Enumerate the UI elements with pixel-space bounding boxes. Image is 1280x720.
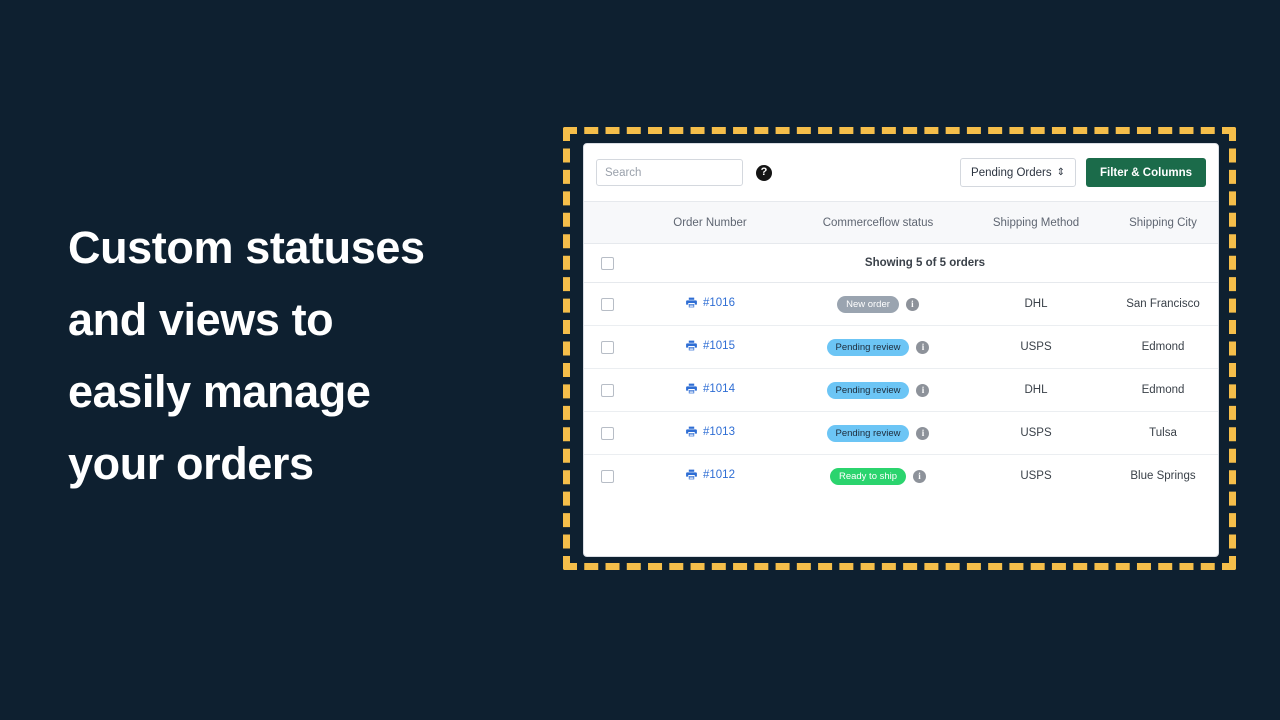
row-checkbox[interactable] xyxy=(600,469,614,483)
order-number-label: #1016 xyxy=(703,296,735,309)
status-badge[interactable]: Pending review xyxy=(826,424,910,442)
order-number-cell: #1013 xyxy=(630,411,790,455)
status-group: Pending review i xyxy=(826,381,930,399)
row-checkbox[interactable] xyxy=(600,340,614,354)
status-badge[interactable]: Pending review xyxy=(826,338,910,356)
order-number-label: #1013 xyxy=(703,425,735,438)
status-badge[interactable]: New order xyxy=(837,295,899,313)
shipping-method-cell: DHL xyxy=(966,282,1106,326)
row-checkbox[interactable] xyxy=(600,383,614,397)
status-group: Pending review i xyxy=(826,338,930,356)
printer-icon[interactable] xyxy=(685,468,698,481)
order-number-label: #1014 xyxy=(703,382,735,395)
shipping-city-cell: Blue Springs xyxy=(1130,470,1196,482)
row-checkbox[interactable] xyxy=(600,297,614,311)
column-header-checkbox xyxy=(584,201,630,244)
shipping-method-cell: DHL xyxy=(966,368,1106,412)
select-all-cell xyxy=(584,243,630,283)
orders-table: Order Number Commerceflow status Shippin… xyxy=(584,201,1218,498)
table-row[interactable]: #1015 Pending review i USPS Edmond xyxy=(584,325,1218,369)
status-cell: Pending review i xyxy=(790,411,966,455)
column-header-commerceflow-status: Commerceflow status xyxy=(790,201,966,244)
row-checkbox-cell xyxy=(584,282,630,326)
select-all-checkbox[interactable] xyxy=(600,256,614,270)
shipping-city-cell: San Francisco xyxy=(1106,282,1218,326)
filter-and-columns-button[interactable]: Filter & Columns xyxy=(1085,158,1206,187)
view-select-pending-orders[interactable]: Pending Orders ⇕ xyxy=(960,158,1076,187)
row-checkbox-cell xyxy=(584,368,630,412)
column-header-shipping-city: Shipping City xyxy=(1106,201,1218,244)
view-select-label: Pending Orders xyxy=(971,166,1052,179)
printer-icon[interactable] xyxy=(685,382,698,395)
headline-line-2: and views to xyxy=(68,294,334,345)
table-header-row: Order Number Commerceflow status Shippin… xyxy=(584,201,1218,244)
order-number-label: #1015 xyxy=(703,339,735,352)
shipping-method-cell: USPS xyxy=(966,411,1106,455)
orders-toolbar: ? Pending Orders ⇕ Filter & Columns xyxy=(584,144,1218,201)
row-checkbox-cell xyxy=(584,411,630,455)
status-cell: Pending review i xyxy=(790,368,966,412)
order-number-link[interactable]: #1012 xyxy=(685,468,735,481)
shipping-city-cell: Edmond xyxy=(1106,325,1218,369)
order-number-cell: #1016 xyxy=(630,282,790,326)
status-badge[interactable]: Ready to ship xyxy=(829,467,907,485)
summary-label: Showing 5 of 5 orders xyxy=(630,243,1218,283)
row-checkbox-cell xyxy=(584,325,630,369)
table-row[interactable]: #1014 Pending review i DHL Edmond xyxy=(584,368,1218,412)
row-checkbox-cell xyxy=(584,455,630,498)
order-number-cell: #1015 xyxy=(630,325,790,369)
status-group: Pending review i xyxy=(826,424,930,442)
order-number-link[interactable]: #1015 xyxy=(685,339,735,352)
info-icon[interactable]: i xyxy=(913,469,927,483)
order-number-label: #1012 xyxy=(703,468,735,481)
status-group: New order i xyxy=(837,295,919,313)
page-title: Custom statuses and views to easily mana… xyxy=(68,212,538,500)
status-group: Ready to ship i xyxy=(829,467,927,485)
table-header: Order Number Commerceflow status Shippin… xyxy=(584,201,1218,244)
printer-icon[interactable] xyxy=(685,425,698,438)
headline-line-3: easily manage xyxy=(68,366,371,417)
up-down-caret-icon: ⇕ xyxy=(1056,166,1065,178)
info-icon[interactable]: i xyxy=(916,426,930,440)
status-cell: Ready to ship i xyxy=(790,455,966,498)
info-icon[interactable]: i xyxy=(905,297,919,311)
table-row[interactable]: #1012 Ready to ship i USPS Blue Springs xyxy=(584,455,1218,498)
status-cell: New order i xyxy=(790,282,966,326)
column-header-shipping-method: Shipping Method xyxy=(966,201,1106,244)
column-header-order-number: Order Number xyxy=(630,201,790,244)
shipping-city-cell: Edmond xyxy=(1106,368,1218,412)
shipping-method-cell: USPS xyxy=(1020,470,1052,482)
order-number-link[interactable]: #1016 xyxy=(685,296,735,309)
orders-panel: ? Pending Orders ⇕ Filter & Columns Orde… xyxy=(583,143,1219,557)
status-cell: Pending review i xyxy=(790,325,966,369)
headline-line-1: Custom statuses xyxy=(68,222,425,273)
row-checkbox[interactable] xyxy=(600,426,614,440)
info-icon[interactable]: i xyxy=(916,383,930,397)
order-number-link[interactable]: #1014 xyxy=(685,382,735,395)
search-input[interactable] xyxy=(596,159,743,186)
table-row[interactable]: #1013 Pending review i USPS Tulsa xyxy=(584,411,1218,455)
shipping-method-cell: USPS xyxy=(966,325,1106,369)
question-mark-icon[interactable]: ? xyxy=(756,164,772,181)
printer-icon[interactable] xyxy=(685,296,698,309)
table-row[interactable]: #1016 New order i DHL San Francisco xyxy=(584,282,1218,326)
headline-line-4: your orders xyxy=(68,438,314,489)
printer-icon[interactable] xyxy=(685,339,698,352)
info-icon[interactable]: i xyxy=(916,340,930,354)
status-badge[interactable]: Pending review xyxy=(826,381,910,399)
order-number-cell: #1012 xyxy=(630,455,790,498)
table-body: Showing 5 of 5 orders #1016 New order i DHL… xyxy=(584,243,1218,498)
order-number-cell: #1014 xyxy=(630,368,790,412)
order-number-link[interactable]: #1013 xyxy=(685,425,735,438)
summary-row: Showing 5 of 5 orders xyxy=(584,243,1218,283)
shipping-city-cell: Tulsa xyxy=(1106,411,1218,455)
